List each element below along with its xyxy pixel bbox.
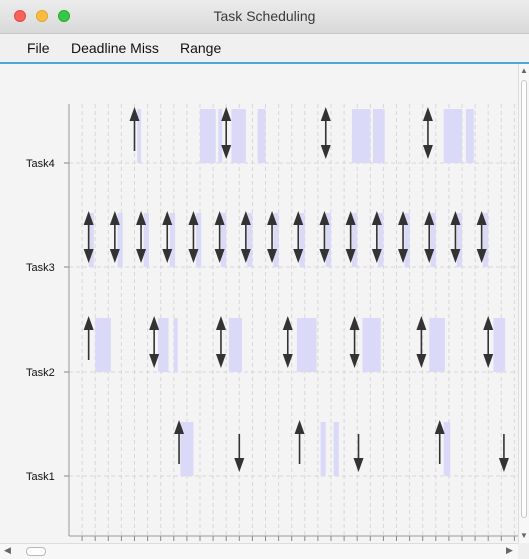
execution-block — [443, 109, 462, 163]
task-label: Task1 — [26, 471, 55, 483]
execution-block — [443, 422, 451, 476]
execution-block — [200, 109, 216, 163]
deadline-release-arrow-down-head — [422, 145, 433, 159]
execution-block — [320, 422, 326, 476]
title-bar: Task Scheduling — [0, 0, 529, 34]
app-window: Task Scheduling File Deadline Miss Range… — [0, 0, 529, 559]
execution-block — [296, 318, 317, 372]
deadline-arrow-head — [353, 458, 364, 472]
deadline-release-arrow-up-head — [221, 107, 232, 121]
execution-block — [362, 318, 381, 372]
deadline-release-arrow-down-head — [149, 354, 160, 368]
deadline-release-arrow-down-head — [320, 145, 331, 159]
deadline-release-arrow-up-head — [416, 316, 427, 330]
deadline-release-arrow-up-head — [349, 316, 360, 330]
deadline-release-arrow-down-head — [349, 354, 360, 368]
horizontal-scroll-thumb[interactable] — [26, 547, 46, 556]
deadline-release-arrow-down-head — [483, 354, 494, 368]
menu-file[interactable]: File — [27, 40, 50, 56]
execution-block — [372, 109, 385, 163]
vertical-scroll-thumb[interactable] — [521, 80, 527, 518]
scrollbar-corner — [518, 543, 529, 559]
deadline-release-arrow-up-head — [149, 316, 160, 330]
deadline-arrow-head — [498, 458, 509, 472]
scroll-right-icon[interactable]: ▶ — [506, 545, 513, 556]
window-title: Task Scheduling — [213, 8, 316, 24]
deadline-release-arrow-up-head — [320, 107, 331, 121]
execution-block — [218, 109, 223, 163]
task-label: Task3 — [26, 262, 55, 274]
deadline-release-arrow-down-head — [215, 354, 226, 368]
execution-block — [257, 109, 266, 163]
execution-block — [158, 318, 169, 372]
deadline-release-arrow-up-head — [483, 316, 494, 330]
horizontal-scrollbar[interactable]: ◀ ▶ — [0, 543, 518, 559]
task-label: Task2 — [26, 367, 55, 379]
deadline-release-arrow-down-head — [221, 145, 232, 159]
execution-block — [493, 318, 506, 372]
deadline-arrow-head — [234, 458, 245, 472]
release-arrow-head — [83, 316, 94, 330]
schedule-chart-area: Task4 Task3 Task2 Task1 — [0, 64, 518, 543]
execution-block — [333, 422, 339, 476]
schedule-chart: Task4 Task3 Task2 Task1 — [26, 104, 518, 541]
menu-range[interactable]: Range — [180, 40, 221, 56]
execution-block — [465, 109, 474, 163]
execution-block — [351, 109, 371, 163]
release-arrow-head — [294, 420, 305, 434]
deadline-release-arrow-down-head — [416, 354, 427, 368]
task-label: Task4 — [26, 158, 55, 170]
deadline-release-arrow-up-head — [215, 316, 226, 330]
menu-bar: File Deadline Miss Range — [0, 34, 529, 64]
deadline-release-arrow-up-head — [422, 107, 433, 121]
scroll-left-icon[interactable]: ◀ — [4, 545, 11, 556]
execution-block — [231, 109, 246, 163]
execution-block — [429, 318, 445, 372]
execution-block — [173, 318, 178, 372]
execution-block — [228, 318, 242, 372]
scroll-down-icon[interactable]: ▼ — [520, 531, 528, 540]
execution-block — [95, 318, 111, 372]
menu-deadline-miss[interactable]: Deadline Miss — [71, 40, 159, 56]
vertical-scrollbar[interactable]: ▲ ▼ — [518, 64, 529, 543]
scroll-up-icon[interactable]: ▲ — [520, 66, 528, 75]
